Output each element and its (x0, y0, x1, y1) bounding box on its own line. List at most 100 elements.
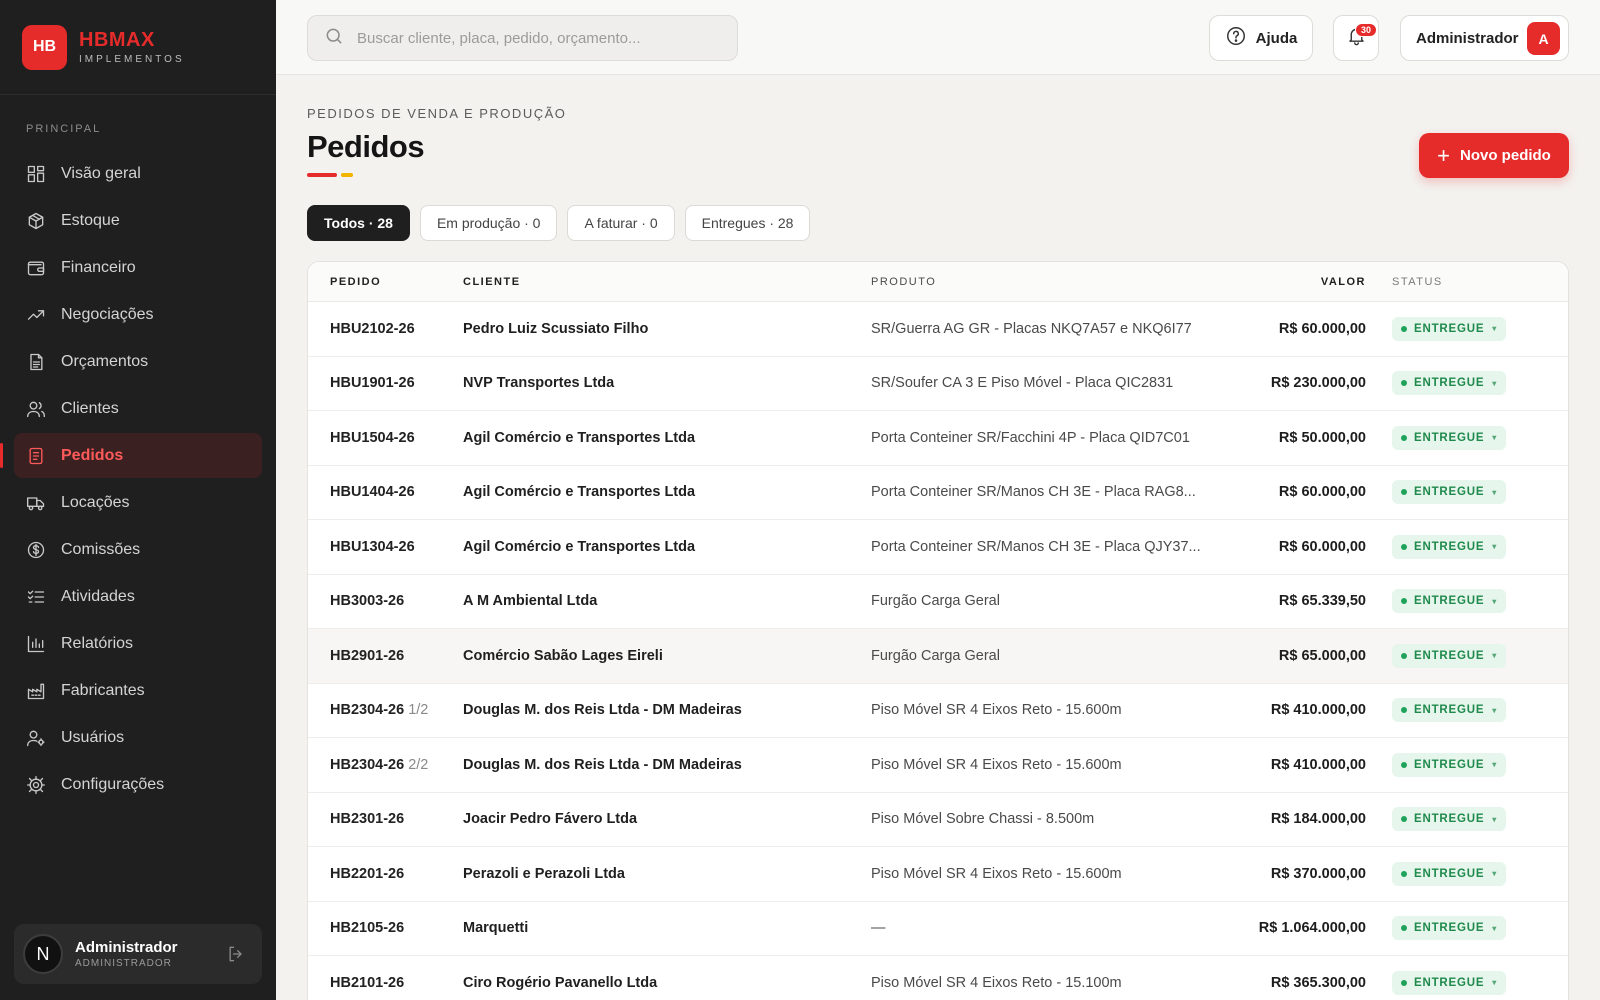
order-id: HB2901-26 (330, 647, 405, 664)
sidebar-item-gear[interactable]: Configurações (14, 762, 262, 807)
sidebar-item-document[interactable]: Orçamentos (14, 339, 262, 384)
status-badge[interactable]: ENTREGUE ▾ (1392, 807, 1507, 832)
table-row[interactable]: HB3003-26 A M Ambiental Ltda Furgão Carga … (308, 575, 1568, 629)
logout-icon[interactable] (226, 944, 246, 964)
status-badge[interactable]: ENTREGUE ▾ (1392, 643, 1507, 668)
order-id-cell: HBU1504-26 (308, 430, 463, 446)
header-pedido[interactable]: PEDIDO (308, 276, 463, 288)
help-button[interactable]: Ajuda (1209, 15, 1313, 61)
table-row[interactable]: HB2101-26 Ciro Rogério Pavanello Ltda Piso… (308, 956, 1568, 1000)
table-row[interactable]: HBU1304-26 Agil Comércio e Transportes Lt… (308, 520, 1568, 575)
table-row[interactable]: HB2304-26 2/2 Douglas M. dos Reis Ltda - … (308, 738, 1568, 793)
table-row[interactable]: HB2201-26 Perazoli e Perazoli Ltda Piso Mó… (308, 847, 1568, 902)
table-body: HBU2102-26 Pedro Luiz Scussiato Filho SR/G… (308, 302, 1568, 1000)
filter-em-producao[interactable]: Em produção · 0 (419, 205, 558, 241)
order-id-cell: HB2301-26 (308, 811, 463, 827)
user-role: ADMINISTRADOR (75, 958, 172, 969)
sidebar-item-grid[interactable]: Visão geral (14, 151, 262, 196)
chevron-down-icon: ▾ (1492, 596, 1498, 606)
chevron-down-icon: ▾ (1492, 978, 1498, 988)
status-dot-icon (1401, 543, 1407, 550)
table-row[interactable]: HB2304-26 1/2 Douglas M. dos Reis Ltda - … (308, 684, 1568, 738)
order-id-cell: HBU1901-26 (308, 375, 463, 391)
client-cell: Agil Comércio e Transportes Ltda (463, 484, 696, 501)
order-id-cell: HB2304-26 2/2 (308, 757, 463, 773)
status-badge[interactable]: ENTREGUE ▾ (1392, 316, 1507, 341)
table-row[interactable]: HB2105-26 Marquetti — R$ 1.064.000,00 ENTREG… (308, 902, 1568, 956)
header-produto[interactable]: PRODUTO (871, 276, 1201, 288)
new-order-button[interactable]: + Novo pedido (1419, 133, 1569, 178)
sidebar-item-user-gear[interactable]: Usuários (14, 715, 262, 760)
table-row[interactable]: HBU1504-26 Agil Comércio e Transportes Lt… (308, 411, 1568, 466)
sidebar-item-truck[interactable]: Locações (14, 480, 262, 525)
header-valor[interactable]: VALOR (1201, 276, 1366, 288)
status-badge[interactable]: ENTREGUE ▾ (1392, 480, 1507, 505)
sidebar-item-checklist[interactable]: Atividades (14, 574, 262, 619)
table-row[interactable]: HB2301-26 Joacir Pedro Fávero Ltda Piso Mó… (308, 793, 1568, 847)
value-cell: R$ 1.064.000,00 (1258, 920, 1366, 937)
status-dot-icon (1401, 325, 1407, 332)
gear-icon (26, 775, 46, 795)
status-label: ENTREGUE (1414, 649, 1485, 662)
status-badge[interactable]: ENTREGUE ▾ (1392, 970, 1507, 995)
header-cliente[interactable]: CLIENTE (463, 276, 871, 288)
sidebar-item-label: Atividades (61, 587, 135, 605)
status-cell: ENTREGUE ▾ (1366, 371, 1546, 396)
account-button[interactable]: Administrador A (1400, 15, 1569, 61)
sidebar-item-box[interactable]: Estoque (14, 198, 262, 243)
filter-todos[interactable]: Todos · 28 (307, 205, 410, 241)
status-badge[interactable]: ENTREGUE ▾ (1392, 916, 1507, 941)
sidebar-item-wallet[interactable]: Financeiro (14, 245, 262, 290)
brand-subtitle: IMPLEMENTOS (79, 53, 185, 65)
status-badge[interactable]: ENTREGUE ▾ (1392, 371, 1507, 396)
sidebar-item-label: Relatórios (61, 634, 134, 652)
table-row[interactable]: HBU1901-26 NVP Transportes Ltda SR/Soufer … (308, 357, 1568, 411)
filter-a-faturar[interactable]: A faturar · 0 (567, 205, 675, 241)
status-badge[interactable]: ENTREGUE ▾ (1392, 589, 1507, 614)
product-cell: Piso Móvel SR 4 Eixos Reto - 15.600m (871, 756, 1122, 773)
status-dot-icon (1401, 816, 1407, 823)
nav-section-label: PRINCIPAL (26, 123, 102, 135)
order-id-cell: HBU1404-26 (308, 484, 463, 500)
sidebar-item-dollar[interactable]: Comissões (14, 527, 262, 572)
status-dot-icon (1401, 707, 1407, 714)
status-badge[interactable]: ENTREGUE ▾ (1392, 752, 1507, 777)
table-row[interactable]: HBU2102-26 Pedro Luiz Scussiato Filho SR/G… (308, 302, 1568, 357)
sidebar-item-label: Configurações (61, 775, 165, 793)
sidebar-item-bar-chart[interactable]: Relatórios (14, 621, 262, 666)
status-badge[interactable]: ENTREGUE ▾ (1392, 425, 1507, 450)
user-card[interactable]: N Administrador ADMINISTRADOR (14, 924, 262, 984)
status-cell: ENTREGUE ▾ (1366, 643, 1546, 668)
table-row[interactable]: HB2901-26 Comércio Sabão Lages Eireli Furg… (308, 629, 1568, 684)
table-row[interactable]: HBU1404-26 Agil Comércio e Transportes Lt… (308, 466, 1568, 520)
sidebar-item-trend[interactable]: Negociações (14, 292, 262, 337)
status-badge[interactable]: ENTREGUE ▾ (1392, 534, 1507, 559)
product-cell: Porta Conteiner SR/Manos CH 3E - Placa Q… (871, 538, 1201, 555)
sidebar-item-factory[interactable]: Fabricantes (14, 668, 262, 713)
order-id-cell: HB3003-26 (308, 593, 463, 609)
status-dot-icon (1401, 925, 1407, 932)
search-input[interactable] (357, 29, 727, 47)
grid-icon (26, 164, 46, 184)
notifications-button[interactable]: 30 (1333, 15, 1379, 61)
status-badge[interactable]: ENTREGUE ▾ (1392, 861, 1507, 886)
status-cell: ENTREGUE ▾ (1366, 534, 1546, 559)
help-label: Ajuda (1255, 29, 1298, 47)
order-id-cell: HB2201-26 (308, 866, 463, 882)
sidebar-item-label: Estoque (61, 211, 120, 229)
filter-entregues[interactable]: Entregues · 28 (684, 205, 811, 241)
search-box[interactable] (307, 15, 738, 61)
header-status[interactable]: STATUS (1366, 276, 1546, 288)
brand[interactable]: HB HBMAX IMPLEMENTOS (0, 0, 276, 95)
client-cell: Perazoli e Perazoli Ltda (463, 865, 625, 882)
sidebar-item-orders[interactable]: Pedidos (0, 433, 262, 478)
status-dot-icon (1401, 598, 1407, 605)
status-dot-icon (1401, 489, 1407, 496)
status-dot-icon (1401, 979, 1407, 986)
status-cell: ENTREGUE ▾ (1366, 316, 1546, 341)
sidebar-item-label: Pedidos (61, 446, 124, 464)
status-badge[interactable]: ENTREGUE ▾ (1392, 698, 1507, 723)
plus-icon: + (1437, 142, 1451, 168)
sidebar-item-users[interactable]: Clientes (14, 386, 262, 431)
status-cell: ENTREGUE ▾ (1366, 861, 1546, 886)
